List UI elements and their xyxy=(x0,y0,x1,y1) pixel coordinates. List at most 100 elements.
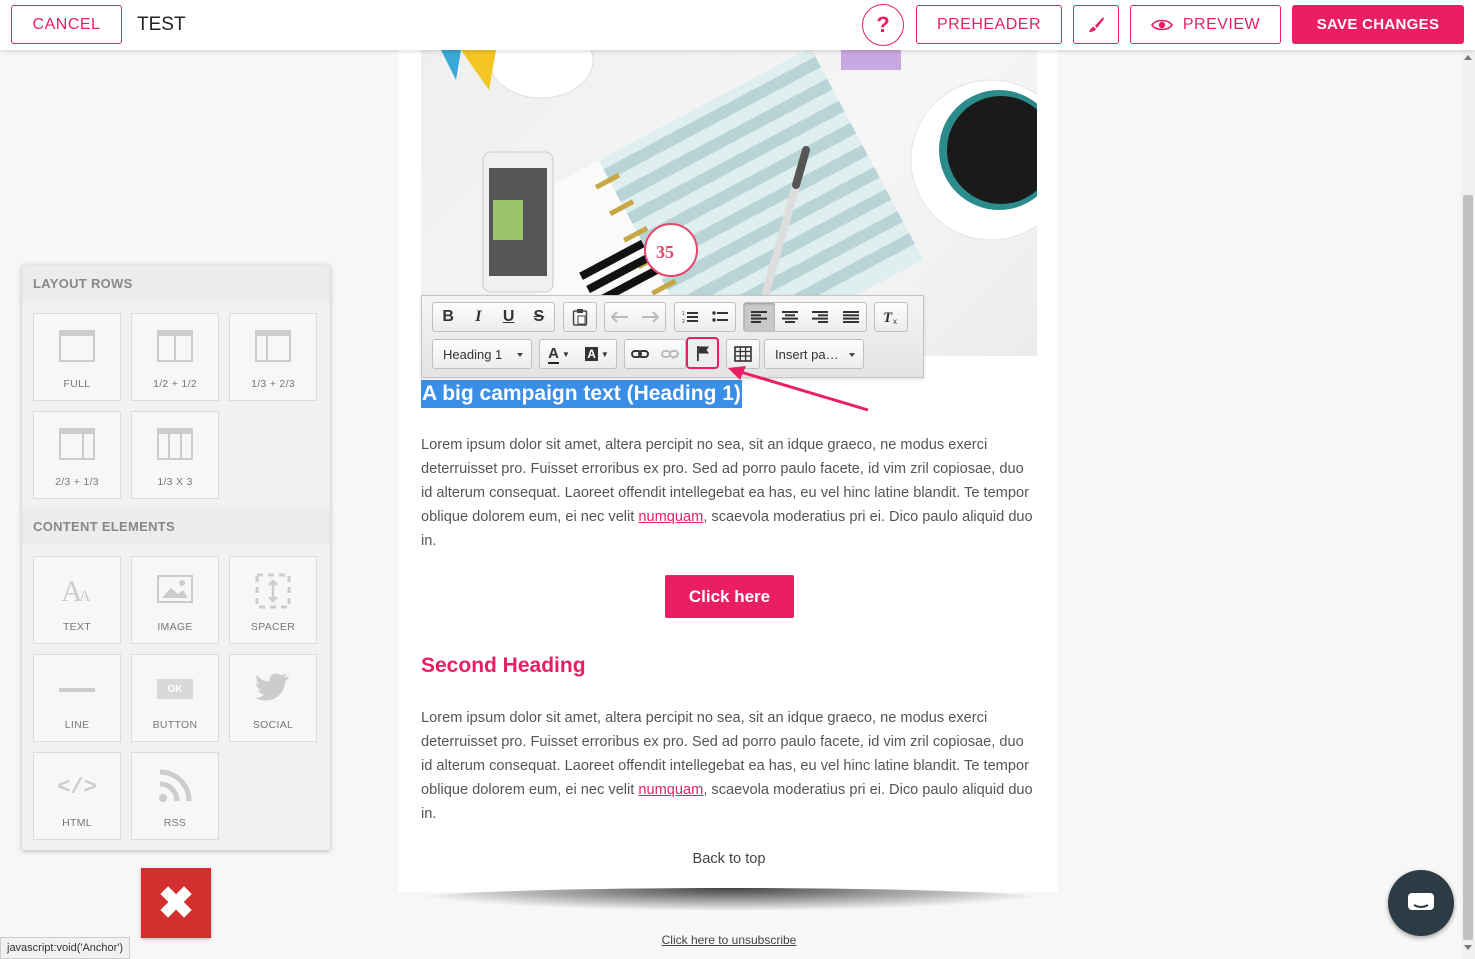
close-panel-button[interactable]: ✖ xyxy=(141,868,211,938)
layout-third-twothirds-tile[interactable]: 1/3 + 2/3 xyxy=(229,313,317,401)
help-button[interactable]: ? xyxy=(862,4,904,46)
svg-text:x: x xyxy=(893,317,897,325)
heading-1-selected[interactable]: A big campaign text (Heading 1) xyxy=(421,380,742,408)
rss-icon xyxy=(159,769,192,802)
chat-widget-button[interactable] xyxy=(1388,870,1454,936)
top-bar: CANCEL TEST ? PREHEADER PREVIEW SAVE CHA… xyxy=(0,0,1475,50)
align-center-button[interactable] xyxy=(775,303,806,331)
numbered-list-button[interactable]: 12 xyxy=(675,303,705,331)
remove-format-button[interactable]: Tx xyxy=(875,303,906,331)
layout-thirds-icon xyxy=(157,428,193,460)
history-group xyxy=(604,302,666,332)
cancel-button[interactable]: CANCEL xyxy=(11,5,122,44)
line-element-tile[interactable]: LINE xyxy=(33,654,121,742)
underline-button[interactable]: U xyxy=(494,303,524,331)
back-to-top-link[interactable]: Back to top xyxy=(421,851,1037,867)
undo-icon xyxy=(611,311,628,323)
unlink-icon xyxy=(661,350,679,360)
redo-button[interactable] xyxy=(635,303,665,331)
chat-bubble-icon xyxy=(1408,893,1434,910)
scroll-down-arrow-icon[interactable] xyxy=(1464,945,1472,950)
svg-text:35: 35 xyxy=(656,242,674,262)
body-paragraph-2[interactable]: Lorem ipsum dolor sit amet, altera perci… xyxy=(421,706,1037,826)
italic-button[interactable]: I xyxy=(463,303,493,331)
click-here-button[interactable]: Click here xyxy=(665,575,794,618)
close-icon: ✖ xyxy=(157,878,195,928)
bold-button[interactable]: B xyxy=(433,303,463,331)
spacer-element-tile[interactable]: SPACER xyxy=(229,556,317,644)
bullet-list-button[interactable] xyxy=(705,303,735,331)
line-element-icon xyxy=(59,688,95,692)
list-group: 12 xyxy=(674,302,736,332)
clear-format-group: Tx xyxy=(874,302,908,332)
chevron-down-icon xyxy=(517,353,523,357)
svg-text:2: 2 xyxy=(682,319,685,324)
social-element-tile[interactable]: SOCIAL xyxy=(229,654,317,742)
clipboard-icon xyxy=(572,309,587,326)
text-element-icon: AA xyxy=(61,575,91,605)
html-element-tile[interactable]: </> HTML xyxy=(33,752,121,840)
button-element-tile[interactable]: OK BUTTON xyxy=(131,654,219,742)
align-justify-icon xyxy=(842,311,859,323)
align-justify-button[interactable] xyxy=(836,303,867,331)
content-elements-header: CONTENT ELEMENTS xyxy=(22,508,330,544)
link-button[interactable] xyxy=(625,340,655,368)
second-heading[interactable]: Second Heading xyxy=(421,654,586,678)
layout-half-half-tile[interactable]: 1/2 + 1/2 xyxy=(131,313,219,401)
svg-text:1: 1 xyxy=(682,311,685,317)
email-shadow xyxy=(415,888,1045,910)
help-icon: ? xyxy=(876,12,890,37)
style-button[interactable] xyxy=(1073,5,1119,44)
spacer-element-icon xyxy=(255,573,291,609)
svg-text:T: T xyxy=(883,310,893,325)
unlink-button[interactable] xyxy=(655,340,685,368)
preview-button[interactable]: PREVIEW xyxy=(1130,5,1281,44)
numquam-link[interactable]: numquam xyxy=(638,509,703,525)
image-element-tile[interactable]: IMAGE xyxy=(131,556,219,644)
anchor-flag-button[interactable] xyxy=(686,337,719,369)
twitter-bird-icon xyxy=(255,673,289,701)
paste-group xyxy=(563,302,597,332)
scroll-up-arrow-icon[interactable] xyxy=(1464,55,1472,60)
align-left-button[interactable] xyxy=(744,303,775,331)
button-element-icon: OK xyxy=(157,679,193,699)
elements-panel: LAYOUT ROWS FULL 1/2 + 1/2 1/3 + 2/3 2/3… xyxy=(22,265,330,850)
text-element-tile[interactable]: AA TEXT xyxy=(33,556,121,644)
scrollbar-thumb[interactable] xyxy=(1463,195,1473,940)
link-group xyxy=(624,339,686,369)
layout-full-icon xyxy=(59,330,95,362)
text-style-group: B I U S xyxy=(432,302,555,332)
rss-element-tile[interactable]: RSS xyxy=(131,752,219,840)
chevron-down-icon: ▼ xyxy=(600,349,609,359)
text-color-icon: A xyxy=(548,344,559,364)
flag-icon xyxy=(696,346,709,361)
layout-thirds-tile[interactable]: 1/3 X 3 xyxy=(131,411,219,499)
text-color-button[interactable]: A ▼ xyxy=(540,340,578,368)
align-left-icon xyxy=(751,311,768,323)
numquam-link-2[interactable]: numquam xyxy=(638,782,703,798)
paste-word-button[interactable] xyxy=(564,303,595,331)
svg-text:A: A xyxy=(79,588,91,605)
unsubscribe-link[interactable]: Click here to unsubscribe xyxy=(421,933,1037,947)
body-paragraph-1[interactable]: Lorem ipsum dolor sit amet, altera perci… xyxy=(421,433,1037,553)
layout-twothirds-third-tile[interactable]: 2/3 + 1/3 xyxy=(33,411,121,499)
chevron-down-icon xyxy=(849,353,855,357)
link-icon xyxy=(631,350,649,358)
bullet-list-icon xyxy=(712,311,728,322)
undo-button[interactable] xyxy=(605,303,635,331)
paintbrush-icon xyxy=(1089,16,1104,32)
annotation-arrow-icon xyxy=(728,366,869,412)
layout-third-twothirds-icon xyxy=(255,330,291,362)
format-select[interactable]: Heading 1 xyxy=(432,339,532,369)
align-right-button[interactable] xyxy=(805,303,836,331)
layout-rows-header: LAYOUT ROWS xyxy=(22,265,330,301)
layout-full-tile[interactable]: FULL xyxy=(33,313,121,401)
preheader-button[interactable]: PREHEADER xyxy=(916,5,1062,44)
align-right-icon xyxy=(812,311,829,323)
code-icon: </> xyxy=(57,775,97,800)
background-color-button[interactable]: A ▼ xyxy=(578,340,616,368)
save-changes-button[interactable]: SAVE CHANGES xyxy=(1292,5,1464,44)
align-group xyxy=(743,302,867,332)
strikethrough-button[interactable]: S xyxy=(524,303,554,331)
chevron-down-icon: ▼ xyxy=(561,349,570,359)
